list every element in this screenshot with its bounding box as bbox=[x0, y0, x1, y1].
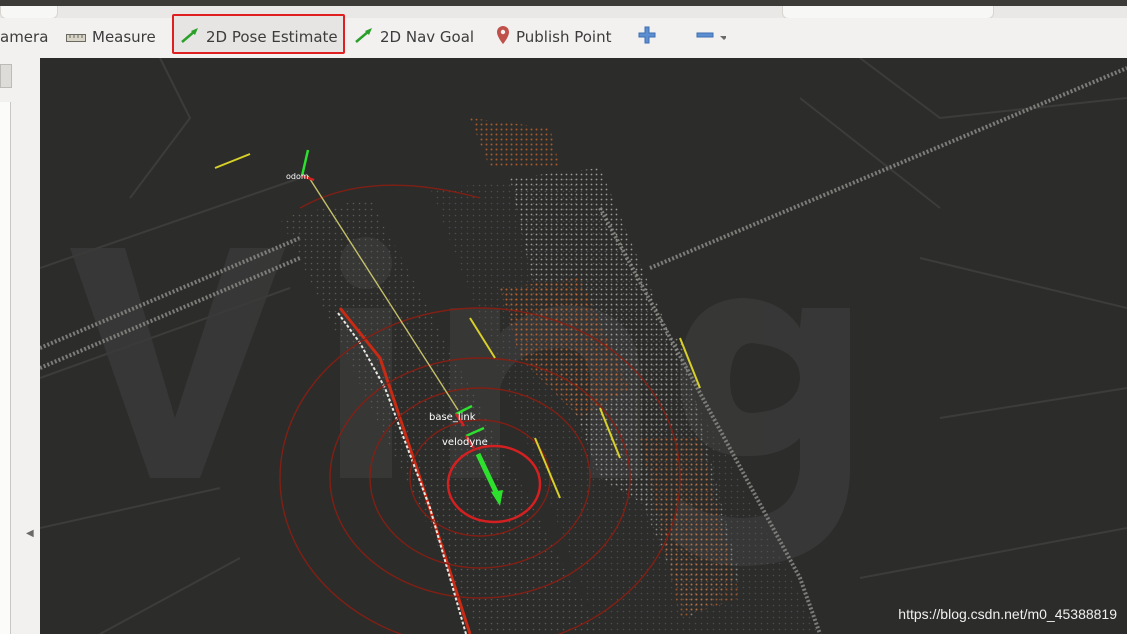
ruler-icon bbox=[66, 28, 86, 46]
tool-label: Publish Point bbox=[516, 28, 612, 46]
tool-measure[interactable]: Measure bbox=[66, 22, 156, 52]
tool-2d-nav-goal[interactable]: 2D Nav Goal bbox=[354, 22, 474, 52]
plus-icon bbox=[638, 26, 656, 48]
left-side-panel: ◀ bbox=[0, 58, 40, 634]
tool-add[interactable] bbox=[638, 22, 656, 52]
tool-label: 2D Pose Estimate bbox=[206, 28, 338, 46]
tool-publish-point[interactable]: Publish Point bbox=[496, 22, 611, 52]
tool-label: amera bbox=[0, 28, 49, 46]
3d-viewport[interactable]: odom base_link velodyne https://blog.csd… bbox=[40, 58, 1127, 634]
odom-label: odom bbox=[286, 172, 309, 181]
panel-scroll-area[interactable] bbox=[0, 102, 11, 634]
green-arrow-icon bbox=[354, 26, 374, 48]
tool-label: 2D Nav Goal bbox=[380, 28, 475, 46]
watermark-url: https://blog.csdn.net/m0_45388819 bbox=[898, 606, 1117, 622]
tree-points-orange-2 bbox=[470, 118, 560, 168]
odom-frame: odom bbox=[286, 149, 315, 182]
panel-collapse-tab[interactable] bbox=[0, 64, 12, 88]
tool-label: Measure bbox=[92, 28, 156, 46]
green-arrow-icon bbox=[180, 26, 200, 48]
base-link-label: base_link bbox=[429, 412, 476, 423]
tool-remove[interactable] bbox=[696, 22, 728, 52]
tool-2d-pose-estimate[interactable]: 2D Pose Estimate bbox=[180, 22, 338, 52]
window-top-strip bbox=[0, 0, 1127, 19]
collapse-arrow-icon[interactable]: ◀ bbox=[26, 528, 34, 539]
point-cloud-scene: odom base_link velodyne bbox=[40, 58, 1127, 634]
map-pin-icon bbox=[496, 25, 510, 49]
tool-camera[interactable]: amera bbox=[0, 22, 48, 52]
minus-icon bbox=[696, 26, 728, 48]
